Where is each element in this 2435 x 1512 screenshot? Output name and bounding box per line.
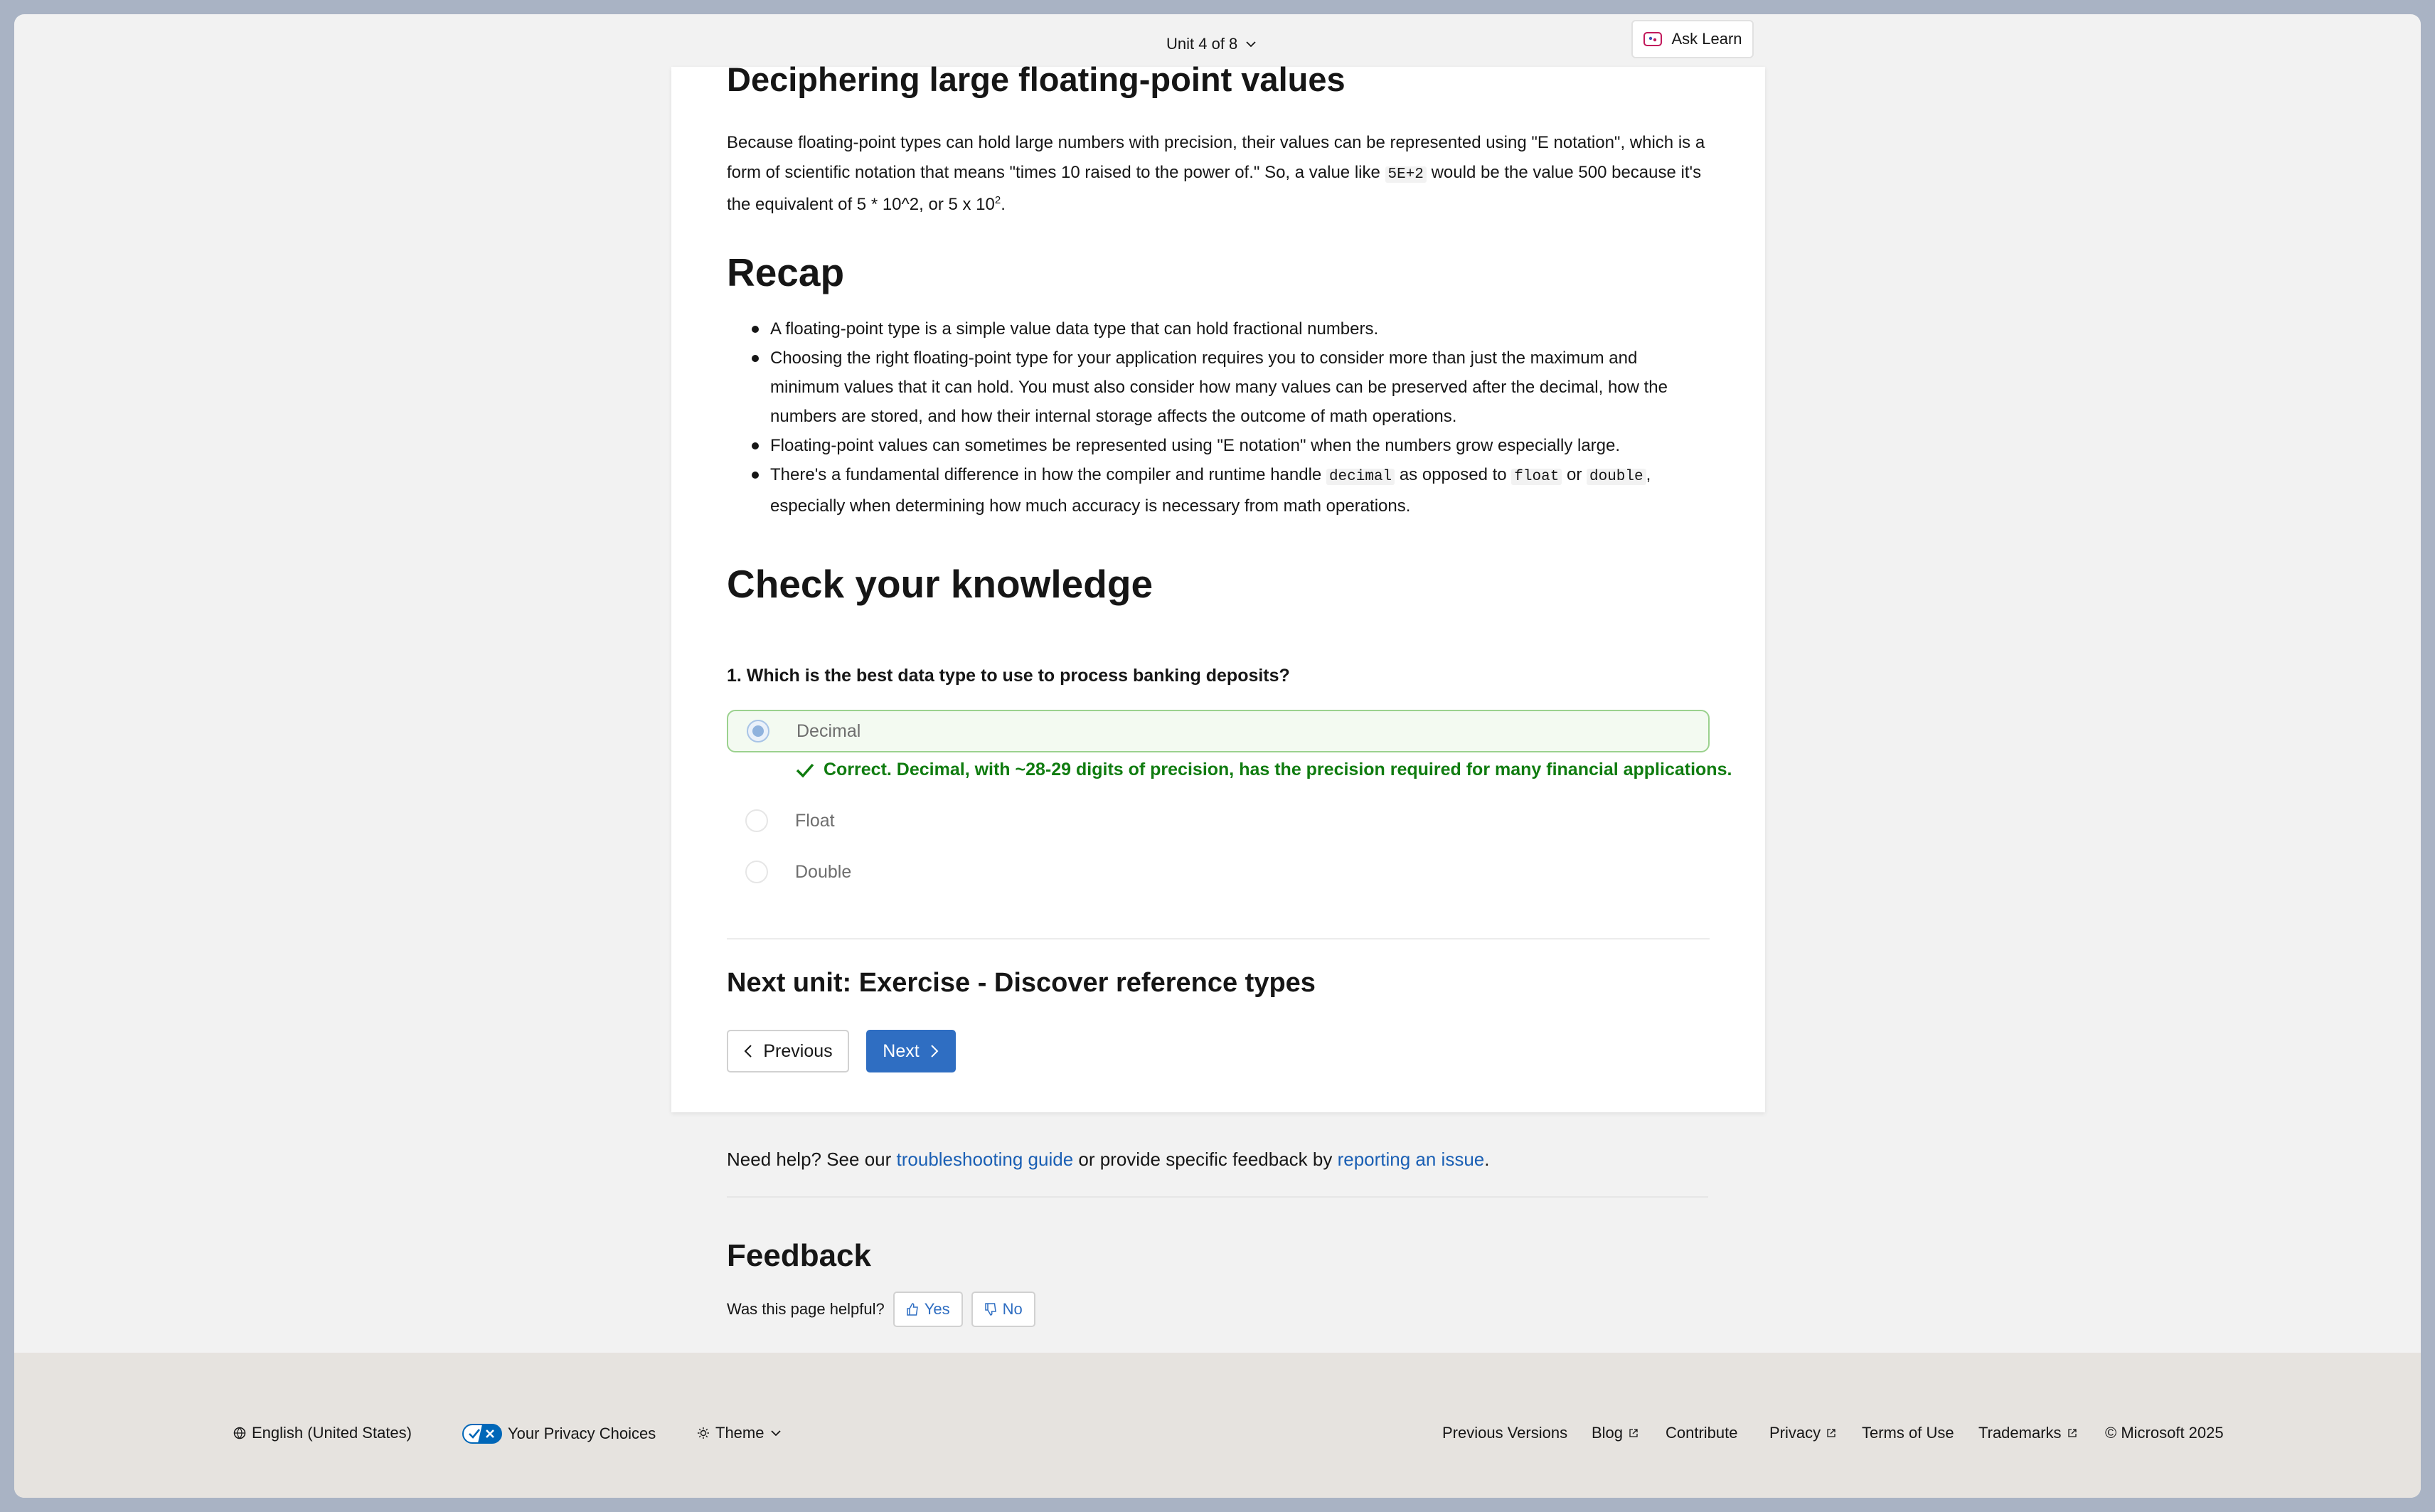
superscript: 2 (994, 194, 1001, 206)
globe-icon (233, 1427, 246, 1439)
next-button[interactable]: Next (866, 1030, 956, 1072)
inline-code: float (1511, 469, 1562, 485)
thumbs-down-icon (984, 1303, 996, 1316)
list-item: Floating-point values can sometimes be r… (727, 431, 1710, 460)
chevron-down-icon (771, 1430, 782, 1437)
footer-link-trademarks[interactable]: Trademarks (1978, 1424, 2077, 1442)
help-text-1: Need help? See our (727, 1149, 897, 1170)
link-label: Contribute (1666, 1424, 1738, 1442)
external-link-icon (1827, 1429, 1835, 1437)
copilot-icon (1643, 32, 1663, 46)
previous-button[interactable]: Previous (727, 1030, 849, 1072)
footer-link-blog[interactable]: Blog (1592, 1424, 1639, 1442)
thumbs-up-icon (907, 1303, 918, 1316)
privacy-toggle-icon (462, 1424, 502, 1444)
footer-link-contribute[interactable]: Contribute (1666, 1424, 1738, 1442)
external-link-icon (1629, 1429, 1638, 1437)
check-knowledge-heading: Check your knowledge (727, 562, 1153, 606)
help-text-2: or provide specific feedback by (1073, 1149, 1338, 1170)
unit-label: Unit 4 of 8 (1166, 35, 1238, 53)
privacy-choices-label: Your Privacy Choices (508, 1425, 656, 1442)
list-item: A floating-point type is a simple value … (727, 314, 1710, 344)
chevron-left-icon (744, 1045, 752, 1058)
radio-selected[interactable] (747, 720, 769, 742)
chevron-down-icon (1246, 41, 1256, 48)
feedback-text: Correct. Decimal, with ~28-29 digits of … (824, 760, 1732, 779)
option-label: Decimal (796, 720, 861, 741)
option-label: Double (795, 861, 852, 882)
link-label: Terms of Use (1862, 1424, 1954, 1442)
feedback-heading: Feedback (727, 1238, 871, 1273)
section-heading: Deciphering large floating-point values (727, 60, 1346, 98)
link-label: Privacy (1769, 1424, 1821, 1442)
privacy-choices-link[interactable]: Your Privacy Choices (462, 1424, 656, 1444)
previous-label: Previous (763, 1040, 833, 1061)
link-label: Trademarks (1978, 1424, 2062, 1442)
quiz-question: 1. Which is the best data type to use to… (727, 666, 1290, 686)
report-issue-link[interactable]: reporting an issue (1338, 1149, 1485, 1170)
list-text: There's a fundamental difference in how … (770, 465, 1326, 484)
inline-code: 5E+2 (1385, 166, 1427, 183)
help-text: Need help? See our troubleshooting guide… (727, 1145, 1490, 1173)
help-text-3: . (1484, 1149, 1490, 1170)
divider (727, 938, 1710, 939)
list-item: There's a fundamental difference in how … (727, 460, 1710, 521)
link-label: Blog (1592, 1424, 1624, 1442)
recap-list: A floating-point type is a simple value … (727, 314, 1710, 521)
helpful-row: Was this page helpful? Yes No (727, 1292, 1035, 1327)
unit-selector[interactable]: Unit 4 of 8 (1166, 30, 1257, 58)
list-text: as opposed to (1395, 465, 1512, 484)
no-button[interactable]: No (971, 1292, 1035, 1327)
divider (727, 1196, 1708, 1198)
quiz-option-double[interactable]: Double (727, 851, 1710, 893)
theme-selector[interactable]: Theme (697, 1424, 782, 1442)
footer: English (United States) Your Privacy Cho… (14, 1353, 2421, 1498)
next-unit-title: Next unit: Exercise - Discover reference… (727, 968, 1316, 998)
quiz-option-float[interactable]: Float (727, 799, 1710, 842)
helpful-question: Was this page helpful? (727, 1300, 885, 1318)
next-label: Next (883, 1040, 920, 1061)
chevron-right-icon (930, 1045, 939, 1058)
footer-link-privacy[interactable]: Privacy (1769, 1424, 1836, 1442)
yes-button[interactable]: Yes (893, 1292, 963, 1327)
content-card: Deciphering large floating-point values … (671, 60, 1765, 1112)
footer-link-terms[interactable]: Terms of Use (1862, 1424, 1954, 1442)
list-item: Choosing the right floating-point type f… (727, 344, 1710, 431)
external-link-icon (2067, 1429, 2077, 1437)
browser-window: Unit 4 of 8 Ask Learn Deciphering large … (14, 14, 2421, 1498)
inline-code: decimal (1326, 469, 1395, 485)
recap-heading: Recap (727, 250, 845, 294)
inline-code: double (1586, 469, 1646, 485)
option-label: Float (795, 810, 835, 831)
no-label: No (1002, 1300, 1023, 1318)
ask-learn-label: Ask Learn (1671, 30, 1742, 48)
quiz-option-decimal[interactable]: Decimal (727, 710, 1710, 752)
footer-link-previous-versions[interactable]: Previous Versions (1442, 1424, 1567, 1442)
radio[interactable] (745, 861, 768, 883)
copyright: © Microsoft 2025 (2105, 1424, 2224, 1442)
e-notation-paragraph: Because floating-point types can hold la… (727, 128, 1710, 220)
list-text: or (1562, 465, 1587, 484)
link-label: Previous Versions (1442, 1424, 1568, 1442)
yes-label: Yes (924, 1300, 950, 1318)
language-label: English (United States) (252, 1424, 412, 1442)
language-selector[interactable]: English (United States) (233, 1424, 412, 1442)
correct-feedback: Correct. Decimal, with ~28-29 digits of … (795, 760, 1732, 780)
ask-learn-button[interactable]: Ask Learn (1631, 20, 1754, 58)
troubleshooting-link[interactable]: troubleshooting guide (897, 1149, 1074, 1170)
checkmark-icon (796, 763, 814, 778)
theme-label: Theme (715, 1424, 764, 1442)
radio[interactable] (745, 809, 768, 832)
sun-icon (698, 1427, 709, 1439)
para-end: . (1001, 195, 1006, 214)
copyright-text: © Microsoft 2025 (2105, 1424, 2224, 1442)
